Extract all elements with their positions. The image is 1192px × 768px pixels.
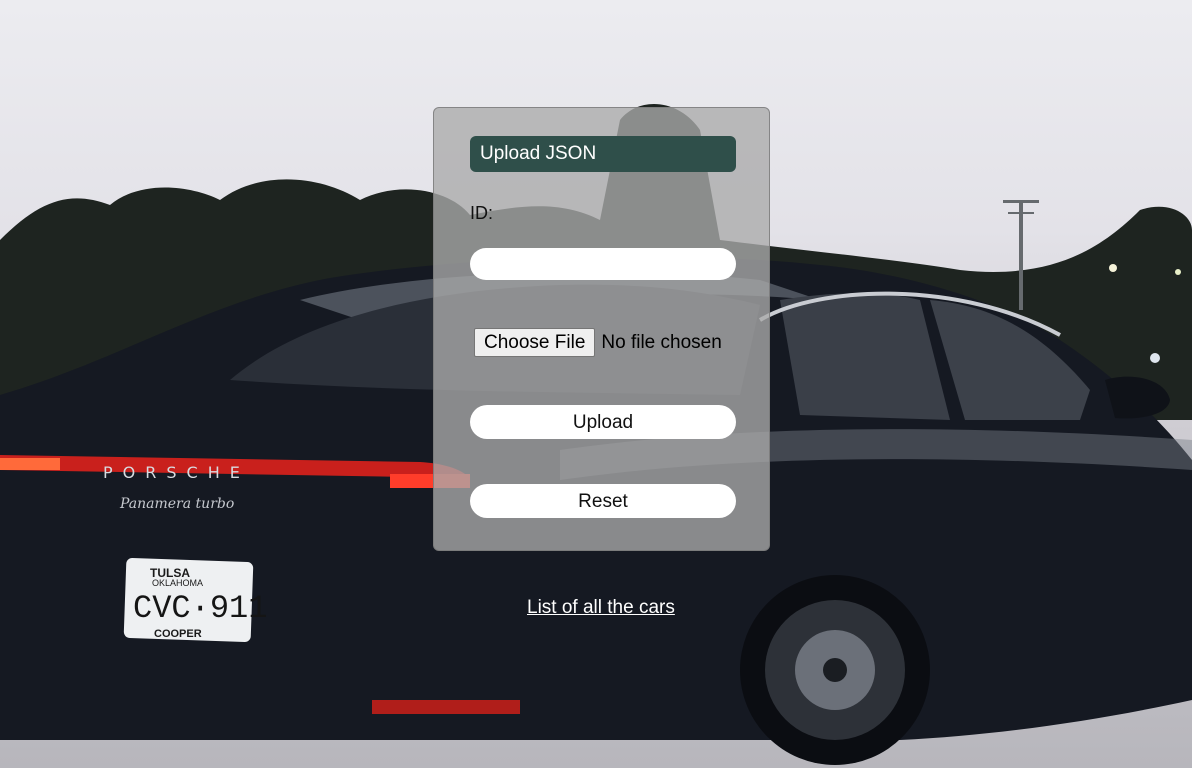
utility-pole (1019, 200, 1023, 310)
svg-text:CVC·911: CVC·911 (133, 590, 267, 627)
file-status-text: No file chosen (601, 331, 722, 353)
id-label: ID: (470, 203, 494, 223)
svg-text:COOPER: COOPER (154, 628, 202, 640)
reset-button[interactable]: Reset (470, 484, 736, 518)
license-plate: TULSA OKLAHOMA CVC·911 COOPER (123, 558, 267, 643)
svg-text:OKLAHOMA: OKLAHOMA (152, 578, 203, 588)
file-picker: Choose File No file chosen (474, 328, 722, 357)
id-input[interactable] (470, 248, 736, 280)
cars-list-link[interactable]: List of all the cars (527, 597, 675, 619)
upload-button[interactable]: Upload (470, 405, 736, 439)
form-title: Upload JSON (470, 136, 736, 172)
upload-form-card: Upload JSON ID: Choose File No file chos… (433, 107, 770, 551)
car-badge: PORSCHE (103, 463, 250, 482)
choose-file-button[interactable]: Choose File (474, 328, 596, 357)
car-model: Panamera turbo (119, 496, 234, 512)
